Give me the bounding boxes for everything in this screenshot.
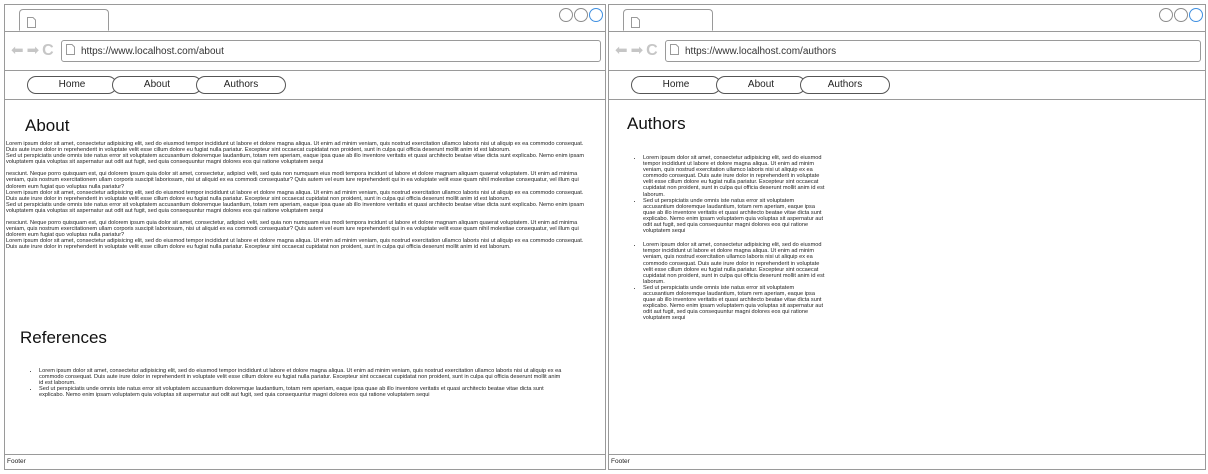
arrow-left-icon[interactable]: ⬅ — [11, 43, 24, 58]
footer-divider — [5, 454, 605, 455]
paragraph: Sed ut perspiciatis unde omnis iste natu… — [6, 201, 585, 214]
page-icon — [631, 15, 640, 33]
authors-button[interactable]: Authors — [800, 76, 890, 94]
paragraph: Lorem ipsum dolor sit amet, consectetur … — [6, 189, 584, 202]
about-body: Lorem ipsum dolor sit amet, consectetur … — [6, 141, 596, 251]
list-item: Sed ut perspiciatis unde omnis iste natu… — [643, 285, 827, 322]
site-menu: Home About Authors — [609, 71, 1205, 100]
navigation-bar: ⬅ ➡ C https://www.localhost.com/about — [5, 32, 605, 71]
authors-list: Lorem ipsum dolor sit amet, consectetur … — [609, 155, 827, 321]
url-text: https://www.localhost.com/authors — [685, 45, 837, 57]
paragraph: nesciunt. Neque porro quisquam est, qui … — [6, 220, 579, 239]
address-bar[interactable]: https://www.localhost.com/about — [61, 40, 601, 62]
page-content: Authors Lorem ipsum dolor sit amet, cons… — [609, 100, 1205, 453]
authors-button[interactable]: Authors — [196, 76, 286, 94]
page-icon — [27, 15, 36, 33]
browser-window-authors: ⬅ ➡ C https://www.localhost.com/authors … — [608, 4, 1206, 470]
about-button[interactable]: About — [112, 76, 202, 94]
list-item: Lorem ipsum dolor sit amet, consectetur … — [39, 368, 565, 386]
references-heading: References — [20, 328, 107, 347]
arrow-left-icon[interactable]: ⬅ — [615, 43, 628, 58]
home-button[interactable]: Home — [27, 76, 117, 94]
footer: Footer — [7, 458, 26, 465]
paragraph: Sed ut perspiciatis unde omnis iste natu… — [6, 153, 585, 166]
home-button[interactable]: Home — [631, 76, 721, 94]
reload-icon[interactable]: C — [646, 43, 658, 59]
window-controls — [1159, 8, 1203, 22]
tab-strip — [609, 5, 1205, 32]
navigation-bar: ⬅ ➡ C https://www.localhost.com/authors — [609, 32, 1205, 71]
page-icon — [670, 42, 679, 60]
tab-strip — [5, 5, 605, 32]
references-list: Lorem ipsum dolor sit amet, consectetur … — [5, 368, 565, 398]
page-icon — [66, 42, 75, 60]
address-bar[interactable]: https://www.localhost.com/authors — [665, 40, 1201, 62]
minimize-circle-icon[interactable] — [1159, 8, 1173, 22]
paragraph: nesciunt. Neque porro quisquam est, qui … — [6, 171, 579, 190]
window-controls — [559, 8, 603, 22]
paragraph: Lorem ipsum dolor sit amet, consectetur … — [6, 238, 584, 251]
arrow-right-icon[interactable]: ➡ — [631, 43, 644, 58]
page-content: About Lorem ipsum dolor sit amet, consec… — [5, 100, 605, 453]
url-text: https://www.localhost.com/about — [81, 45, 224, 57]
browser-window-about: ⬅ ➡ C https://www.localhost.com/about Ho… — [4, 4, 606, 470]
page-title: Authors — [627, 114, 686, 133]
browser-tab[interactable] — [623, 9, 713, 31]
page-title: About — [25, 116, 70, 135]
maximize-circle-icon[interactable] — [1174, 8, 1188, 22]
maximize-circle-icon[interactable] — [574, 8, 588, 22]
list-item: Sed ut perspiciatis unde omnis iste natu… — [39, 386, 565, 398]
list-item: Sed ut perspiciatis unde omnis iste natu… — [643, 198, 827, 235]
paragraph: Lorem ipsum dolor sit amet, consectetur … — [6, 141, 584, 154]
minimize-circle-icon[interactable] — [559, 8, 573, 22]
footer: Footer — [611, 458, 630, 465]
browser-tab[interactable] — [19, 9, 109, 31]
list-item: Lorem ipsum dolor sit amet, consectetur … — [643, 155, 827, 198]
close-circle-icon[interactable] — [1189, 8, 1203, 22]
footer-divider — [609, 454, 1205, 455]
arrow-right-icon[interactable]: ➡ — [27, 43, 40, 58]
site-menu: Home About Authors — [5, 71, 605, 100]
close-circle-icon[interactable] — [589, 8, 603, 22]
reload-icon[interactable]: C — [42, 43, 54, 59]
about-button[interactable]: About — [716, 76, 806, 94]
list-item: Lorem ipsum dolor sit amet, consectetur … — [643, 242, 827, 285]
